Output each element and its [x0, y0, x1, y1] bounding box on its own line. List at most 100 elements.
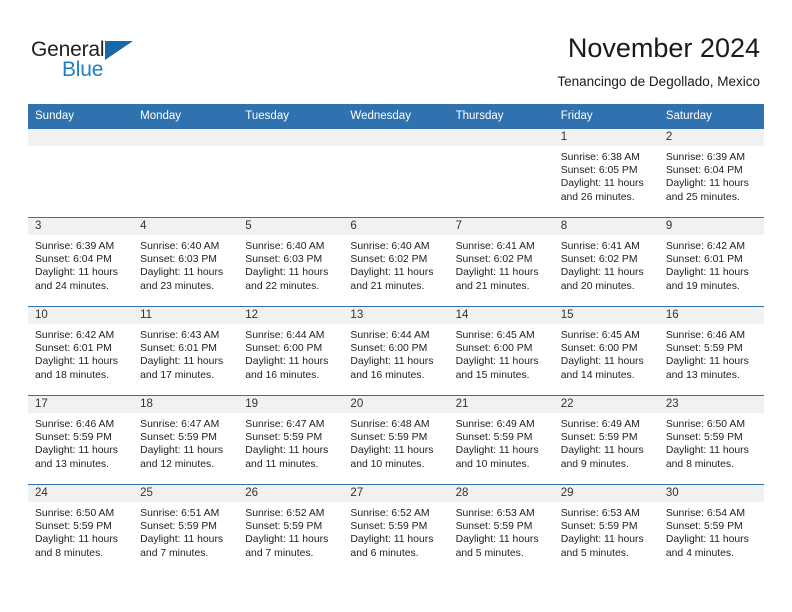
calendar-day-cell[interactable]: 10 Sunrise: 6:42 AM Sunset: 6:01 PM Dayligh… [28, 306, 134, 396]
calendar-day-cell[interactable]: 7 Sunrise: 6:41 AM Sunset: 6:02 PM Daylight… [448, 217, 554, 307]
sunrise-text: Sunrise: 6:49 AM [560, 419, 640, 430]
daylight-text: Daylight: 11 hours and 26 minutes. [560, 178, 644, 203]
calendar-day-cell[interactable]: 12 Sunrise: 6:44 AM Sunset: 6:00 PM Dayligh… [238, 306, 344, 396]
day-number: 17 [28, 396, 134, 413]
sunrise-text: Sunrise: 6:39 AM [35, 241, 115, 252]
day-details: Sunrise: 6:42 AM Sunset: 6:01 PM Daylight:… [28, 324, 133, 382]
day-number: 24 [28, 485, 134, 502]
day-details: Sunrise: 6:43 AM Sunset: 6:01 PM Daylight:… [133, 324, 238, 382]
calendar-day-cell[interactable]: 5 Sunrise: 6:40 AM Sunset: 6:03 PM Daylight… [238, 217, 344, 307]
day-number: 19 [238, 396, 344, 413]
calendar-week-row: 24 Sunrise: 6:50 AM Sunset: 5:59 PM Dayligh… [28, 484, 764, 573]
sunset-text: Sunset: 6:01 PM [35, 343, 112, 355]
calendar-day-cell[interactable]: 26 Sunrise: 6:52 AM Sunset: 5:59 PM Dayligh… [238, 484, 344, 573]
sunset-text: Sunset: 5:59 PM [350, 432, 428, 444]
day-details: Sunrise: 6:40 AM Sunset: 6:02 PM Daylight:… [343, 235, 448, 293]
sunset-text: Sunset: 5:59 PM [35, 432, 112, 444]
calendar-day-cell-empty [133, 128, 239, 218]
weekday-header-friday: Friday [553, 104, 659, 129]
weekday-header-saturday: Saturday [658, 104, 764, 129]
sunrise-text: Sunrise: 6:48 AM [350, 419, 430, 430]
calendar-day-cell[interactable]: 9 Sunrise: 6:42 AM Sunset: 6:01 PM Daylight… [658, 217, 764, 307]
calendar-header-row: Sunday Monday Tuesday Wednesday Thursday… [28, 104, 764, 129]
calendar-page: General Blue November 2024 Tenancingo de… [0, 0, 792, 612]
day-details: Sunrise: 6:41 AM Sunset: 6:02 PM Daylight:… [554, 235, 659, 293]
calendar-day-cell[interactable]: 24 Sunrise: 6:50 AM Sunset: 5:59 PM Dayligh… [28, 484, 134, 573]
calendar-day-cell[interactable]: 30 Sunrise: 6:54 AM Sunset: 5:59 PM Dayligh… [658, 484, 764, 573]
calendar-day-cell[interactable]: 21 Sunrise: 6:49 AM Sunset: 5:59 PM Dayligh… [448, 395, 554, 485]
day-details: Sunrise: 6:44 AM Sunset: 6:00 PM Daylight:… [343, 324, 448, 382]
calendar-day-cell[interactable]: 6 Sunrise: 6:40 AM Sunset: 6:02 PM Daylight… [343, 217, 449, 307]
daylight-text: Daylight: 11 hours and 10 minutes. [350, 445, 434, 470]
sunset-text: Sunset: 5:59 PM [350, 521, 428, 533]
calendar-day-cell[interactable]: 13 Sunrise: 6:44 AM Sunset: 6:00 PM Dayligh… [343, 306, 449, 396]
title-block: November 2024 Tenancingo de Degollado, M… [557, 32, 760, 91]
calendar-day-cell[interactable]: 19 Sunrise: 6:47 AM Sunset: 5:59 PM Dayligh… [238, 395, 344, 485]
day-details: Sunrise: 6:50 AM Sunset: 5:59 PM Daylight:… [28, 502, 133, 560]
day-details: Sunrise: 6:45 AM Sunset: 6:00 PM Daylight:… [554, 324, 659, 382]
calendar-day-cell[interactable]: 25 Sunrise: 6:51 AM Sunset: 5:59 PM Dayligh… [133, 484, 239, 573]
day-number: 7 [448, 218, 554, 235]
sunrise-text: Sunrise: 6:45 AM [455, 330, 535, 341]
daylight-text: Daylight: 11 hours and 21 minutes. [350, 267, 434, 292]
page-title: November 2024 [567, 33, 760, 63]
day-details: Sunrise: 6:47 AM Sunset: 5:59 PM Daylight:… [133, 413, 238, 471]
calendar-week-row: 17 Sunrise: 6:46 AM Sunset: 5:59 PM Dayligh… [28, 395, 764, 485]
day-details: Sunrise: 6:51 AM Sunset: 5:59 PM Daylight:… [133, 502, 238, 560]
calendar-day-cell[interactable]: 16 Sunrise: 6:46 AM Sunset: 5:59 PM Dayligh… [658, 306, 764, 396]
calendar-day-cell[interactable]: 15 Sunrise: 6:45 AM Sunset: 6:00 PM Dayligh… [553, 306, 659, 396]
sunrise-text: Sunrise: 6:49 AM [455, 419, 535, 430]
sunrise-text: Sunrise: 6:43 AM [140, 330, 220, 341]
sunset-text: Sunset: 5:59 PM [665, 432, 743, 444]
calendar-day-cell[interactable]: 14 Sunrise: 6:45 AM Sunset: 6:00 PM Dayligh… [448, 306, 554, 396]
sunrise-text: Sunrise: 6:42 AM [665, 241, 745, 252]
sunset-text: Sunset: 6:05 PM [560, 165, 638, 177]
daylight-text: Daylight: 11 hours and 20 minutes. [560, 267, 644, 292]
calendar-day-cell[interactable]: 18 Sunrise: 6:47 AM Sunset: 5:59 PM Dayligh… [133, 395, 239, 485]
calendar-day-cell[interactable]: 22 Sunrise: 6:49 AM Sunset: 5:59 PM Dayligh… [553, 395, 659, 485]
calendar-day-cell[interactable]: 11 Sunrise: 6:43 AM Sunset: 6:01 PM Dayligh… [133, 306, 239, 396]
sunset-text: Sunset: 5:59 PM [560, 432, 638, 444]
day-number: 29 [553, 485, 659, 502]
day-number: 23 [658, 396, 764, 413]
day-details: Sunrise: 6:46 AM Sunset: 5:59 PM Daylight:… [659, 324, 764, 382]
sunset-text: Sunset: 6:02 PM [350, 254, 428, 266]
sunset-text: Sunset: 5:59 PM [245, 521, 323, 533]
daylight-text: Daylight: 11 hours and 8 minutes. [35, 534, 118, 559]
sunrise-text: Sunrise: 6:53 AM [455, 508, 535, 519]
calendar-day-cell-empty [448, 128, 554, 218]
general-blue-logo[interactable]: General Blue [31, 38, 149, 84]
daylight-text: Daylight: 11 hours and 17 minutes. [140, 356, 224, 381]
sunset-text: Sunset: 6:00 PM [560, 343, 638, 355]
calendar-day-cell[interactable]: 1 Sunrise: 6:38 AM Sunset: 6:05 PM Daylight… [553, 128, 659, 218]
daylight-text: Daylight: 11 hours and 10 minutes. [455, 445, 539, 470]
daylight-text: Daylight: 11 hours and 22 minutes. [245, 267, 329, 292]
daylight-text: Daylight: 11 hours and 13 minutes. [665, 356, 749, 381]
sunrise-text: Sunrise: 6:46 AM [665, 330, 745, 341]
calendar-grid: Sunday Monday Tuesday Wednesday Thursday… [28, 104, 764, 573]
weekday-header-tuesday: Tuesday [238, 104, 344, 129]
sunrise-text: Sunrise: 6:53 AM [560, 508, 640, 519]
calendar-day-cell[interactable]: 27 Sunrise: 6:52 AM Sunset: 5:59 PM Dayligh… [343, 484, 449, 573]
sunrise-text: Sunrise: 6:38 AM [560, 152, 640, 163]
calendar-day-cell[interactable]: 17 Sunrise: 6:46 AM Sunset: 5:59 PM Dayligh… [28, 395, 134, 485]
daylight-text: Daylight: 11 hours and 5 minutes. [455, 534, 539, 559]
daylight-text: Daylight: 11 hours and 7 minutes. [140, 534, 224, 559]
calendar-day-cell[interactable]: 4 Sunrise: 6:40 AM Sunset: 6:03 PM Daylight… [133, 217, 239, 307]
calendar-day-cell[interactable]: 28 Sunrise: 6:53 AM Sunset: 5:59 PM Dayligh… [448, 484, 554, 573]
calendar-day-cell[interactable]: 2 Sunrise: 6:39 AM Sunset: 6:04 PM Daylight… [658, 128, 764, 218]
day-details: Sunrise: 6:45 AM Sunset: 6:00 PM Daylight:… [449, 324, 554, 382]
calendar-day-cell[interactable]: 3 Sunrise: 6:39 AM Sunset: 6:04 PM Daylight… [28, 217, 134, 307]
day-details: Sunrise: 6:54 AM Sunset: 5:59 PM Daylight:… [659, 502, 764, 560]
calendar-day-cell[interactable]: 23 Sunrise: 6:50 AM Sunset: 5:59 PM Dayligh… [658, 395, 764, 485]
day-details: Sunrise: 6:53 AM Sunset: 5:59 PM Daylight:… [449, 502, 554, 560]
day-number: 2 [658, 129, 764, 146]
calendar-day-cell[interactable]: 29 Sunrise: 6:53 AM Sunset: 5:59 PM Dayligh… [553, 484, 659, 573]
sunrise-text: Sunrise: 6:44 AM [245, 330, 325, 341]
calendar-day-cell-empty [28, 128, 134, 218]
day-number: 13 [343, 307, 449, 324]
calendar-day-cell-empty [343, 128, 449, 218]
calendar-day-cell[interactable]: 20 Sunrise: 6:48 AM Sunset: 5:59 PM Dayligh… [343, 395, 449, 485]
sunset-text: Sunset: 6:03 PM [140, 254, 217, 266]
calendar-day-cell[interactable]: 8 Sunrise: 6:41 AM Sunset: 6:02 PM Daylight… [553, 217, 659, 307]
